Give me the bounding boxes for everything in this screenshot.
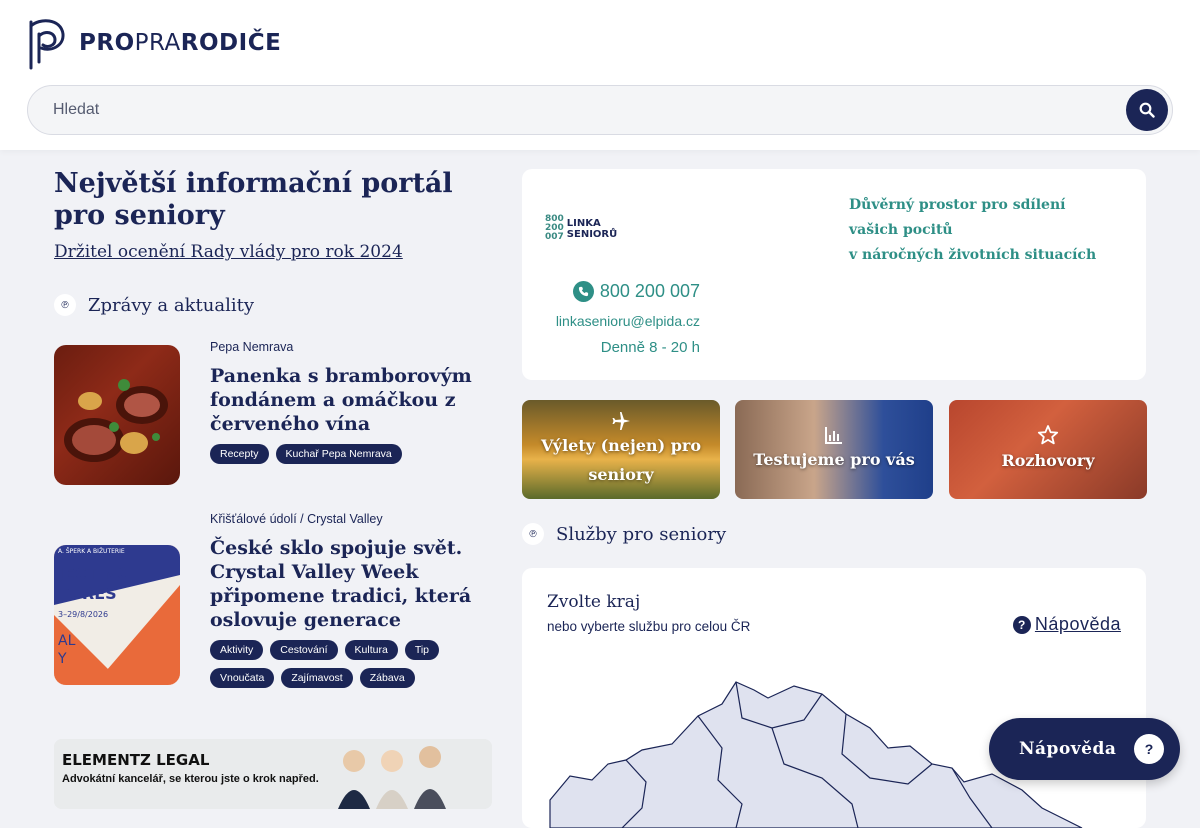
- site-logo[interactable]: PROPRARODIČE: [27, 16, 281, 70]
- czech-regions-map[interactable]: [522, 568, 1146, 828]
- site-header: PROPRARODIČE: [0, 0, 1200, 150]
- logo-rodice: RODIČE: [180, 30, 282, 56]
- tag-chip[interactable]: Tip: [404, 640, 440, 660]
- tile-rozhovory-content: Rozhovory: [949, 400, 1147, 499]
- ad-title: ELEMENTZ LEGAL: [62, 751, 210, 769]
- poster-text-3: TURES: [58, 584, 117, 603]
- linka-logo-numbers: 800 200 007: [545, 215, 564, 242]
- logo-mark-icon: [29, 19, 65, 70]
- tile-vylety-content: Výlety (nejen) pro seniory: [522, 400, 720, 499]
- crystal-valley-poster-image: A. ŠPERK A BIŽUTERIE JECTING TURES 3–29/…: [54, 545, 180, 685]
- poster-text-1: A. ŠPERK A BIŽUTERIE: [58, 547, 125, 555]
- search-icon: [1139, 102, 1155, 118]
- article-body: Křišťálové údolí / Crystal Valley České …: [210, 512, 494, 688]
- article-tags: Aktivity Cestování Kultura Tip Vnoučata …: [210, 640, 494, 688]
- search-input[interactable]: [53, 86, 1053, 134]
- tag-chip[interactable]: Vnoučata: [210, 668, 275, 688]
- tag-chip[interactable]: Kultura: [344, 640, 398, 660]
- services-section-heading: ℗ Služby pro seniory: [522, 523, 726, 545]
- linka-phone[interactable]: 800 200 007: [572, 281, 700, 302]
- search-button[interactable]: [1126, 89, 1168, 131]
- help-question-icon: ?: [1134, 734, 1164, 764]
- tag-chip[interactable]: Aktivity: [210, 640, 264, 660]
- chart-icon: [825, 427, 842, 444]
- linka-phone-number: 800 200 007: [599, 281, 700, 301]
- linka-logo-num-3: 007: [545, 232, 564, 242]
- tag-chip[interactable]: Recepty: [210, 444, 269, 464]
- article-thumbnail[interactable]: A. ŠPERK A BIŽUTERIE JECTING TURES 3–29/…: [54, 545, 180, 685]
- article-tags: Recepty Kuchař Pepa Nemrava: [210, 444, 494, 464]
- logo-pro: PRO: [79, 30, 135, 56]
- tile-rozhovory-label: Rozhovory: [1001, 451, 1095, 470]
- tile-testujeme-label: Testujeme pro vás: [753, 450, 915, 469]
- linka-tagline: Důvěrný prostor pro sdílení vašich pocit…: [849, 193, 1119, 268]
- logo-pra: PRA: [134, 30, 181, 56]
- tile-vylety[interactable]: Výlety (nejen) pro seniory: [522, 400, 720, 499]
- linka-hours: Denně 8 - 20 h: [600, 339, 700, 356]
- poster-text-6: Y: [57, 651, 67, 667]
- phone-icon: [572, 281, 594, 302]
- star-icon: [1037, 425, 1059, 445]
- linka-tagline-line-2: v náročných životních situacích: [849, 247, 1097, 263]
- article-title[interactable]: České sklo spojuje svět. Crystal Valley …: [210, 536, 494, 632]
- tile-rozhovory[interactable]: Rozhovory: [949, 400, 1147, 499]
- services-heading-text: Služby pro seniory: [556, 523, 727, 545]
- steak-image: [64, 379, 168, 462]
- help-floating-button[interactable]: Nápověda ?: [989, 718, 1180, 780]
- linka-senioru-card: 800 200 007 LINKA SENIORŮ 800 200 007 li…: [522, 169, 1146, 380]
- linka-email-link[interactable]: linkasenioru@elpida.cz: [556, 313, 700, 329]
- linka-senioru-logo[interactable]: 800 200 007 LINKA SENIORŮ: [545, 215, 617, 242]
- linka-logo-word: LINKA SENIORŮ: [567, 218, 617, 240]
- linka-tagline-line-1: Důvěrný prostor pro sdílení vašich pocit…: [849, 197, 1066, 238]
- help-fab-label: Nápověda: [1019, 739, 1117, 759]
- article-title[interactable]: Panenka s bramborovým fondánem a omáčkou…: [210, 364, 494, 436]
- poster-text-4: 3–29/8/2026: [58, 610, 108, 619]
- tag-chip[interactable]: Zábava: [359, 668, 415, 688]
- logo-wordmark: PROPRARODIČE: [79, 30, 281, 56]
- poster-text-2: JECTING: [57, 564, 130, 583]
- pp-logo-icon: ℗: [54, 294, 76, 316]
- page-title: Největší informační portál pro seniory: [54, 168, 453, 231]
- news-section-heading: ℗ Zprávy a aktuality: [54, 294, 254, 316]
- article-thumbnail[interactable]: [54, 345, 180, 485]
- plane-icon: [612, 411, 630, 430]
- news-heading-text: Zprávy a aktuality: [88, 294, 254, 316]
- award-link[interactable]: Držitel ocenění Rady vlády pro rok 2024: [54, 242, 403, 262]
- tag-chip[interactable]: Cestování: [270, 640, 338, 660]
- tag-chip[interactable]: Kuchař Pepa Nemrava: [275, 444, 402, 464]
- pp-logo-icon: ℗: [522, 523, 544, 545]
- linka-logo-word-2: SENIORŮ: [566, 228, 618, 240]
- region-map-card: Zvolte kraj nebo vyberte službu pro celo…: [522, 568, 1146, 828]
- ad-banner[interactable]: ELEMENTZ LEGAL Advokátní kancelář, se kt…: [54, 739, 492, 809]
- tile-vylety-label: Výlety (nejen) pro seniory: [541, 435, 701, 484]
- tag-chip[interactable]: Zajímavost: [281, 668, 353, 688]
- tile-testujeme-content: Testujeme pro vás: [735, 400, 933, 499]
- article-author: Pepa Nemrava: [210, 340, 294, 354]
- search-bar: [27, 85, 1173, 135]
- linka-logo-word-1: LINKA: [566, 217, 601, 229]
- poster-text-5: AL: [58, 633, 76, 649]
- ad-subtitle: Advokátní kancelář, se kterou jste o kro…: [62, 773, 319, 785]
- tile-testujeme[interactable]: Testujeme pro vás: [735, 400, 933, 499]
- article-author: Křišťálové údolí / Crystal Valley: [210, 512, 383, 526]
- article-body: Pepa Nemrava Panenka s bramborovým fondá…: [210, 340, 494, 464]
